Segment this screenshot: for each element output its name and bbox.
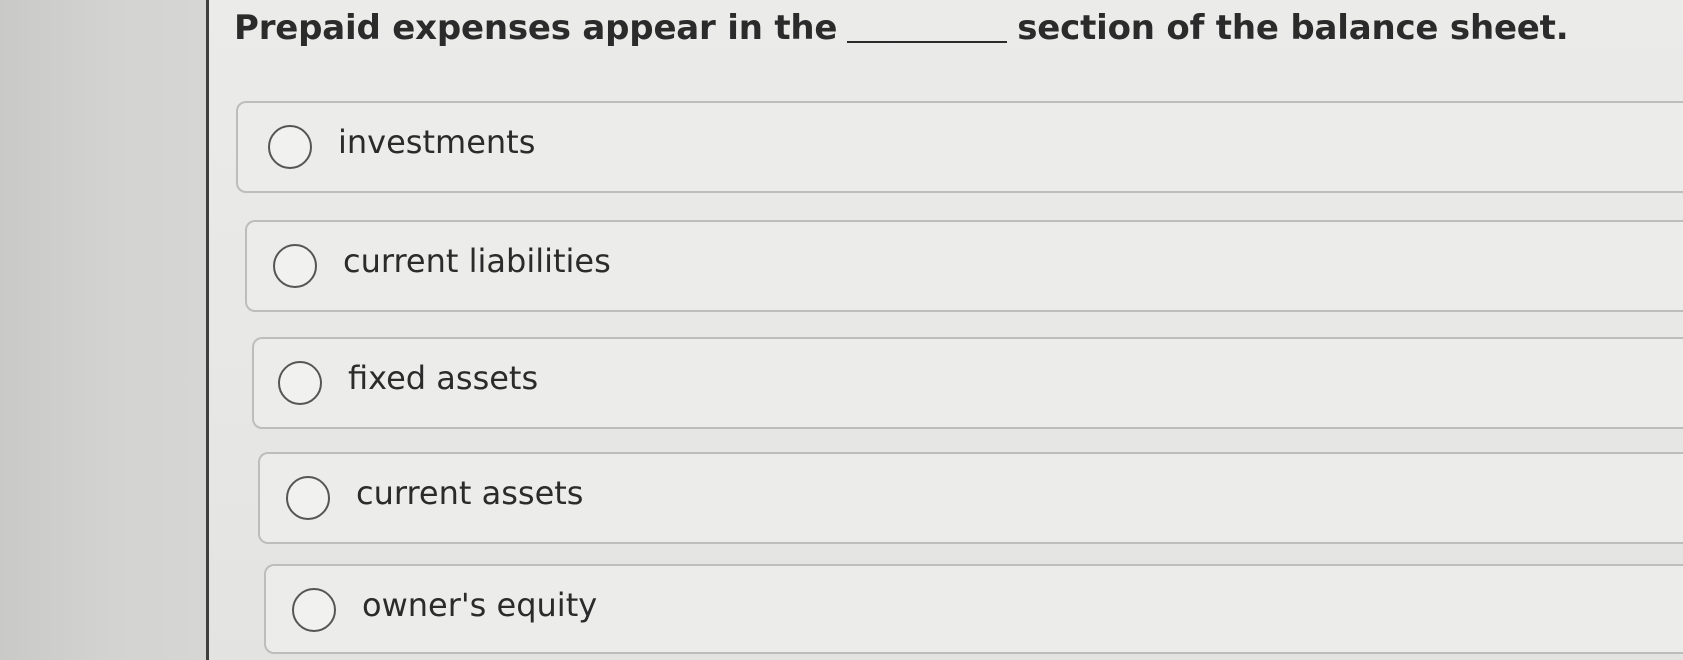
radio-button-icon[interactable] [286, 476, 330, 520]
option-label: current assets [356, 474, 584, 512]
option-fixed-assets[interactable]: fixed assets [252, 337, 1683, 429]
question-text-start: Prepaid expenses appear in the [234, 8, 838, 48]
radio-button-icon[interactable] [268, 125, 312, 169]
radio-button-icon[interactable] [278, 361, 322, 405]
page-margin [0, 0, 206, 660]
option-current-liabilities[interactable]: current liabilities [245, 220, 1683, 312]
option-label: current liabilities [343, 242, 611, 280]
option-owners-equity[interactable]: owner's equity [264, 564, 1683, 654]
option-label: investments [338, 123, 536, 161]
option-label: fixed assets [348, 359, 539, 397]
radio-button-icon[interactable] [292, 588, 336, 632]
radio-button-icon[interactable] [273, 244, 317, 288]
option-current-assets[interactable]: current assets [258, 452, 1683, 544]
question-text-end: section of the balance sheet. [1017, 8, 1569, 48]
option-label: owner's equity [362, 586, 598, 624]
answer-blank [847, 40, 1008, 43]
option-investments[interactable]: investments [236, 101, 1683, 193]
question-panel [209, 0, 1683, 660]
question-text: Prepaid expenses appear in the section of… [234, 8, 1569, 48]
